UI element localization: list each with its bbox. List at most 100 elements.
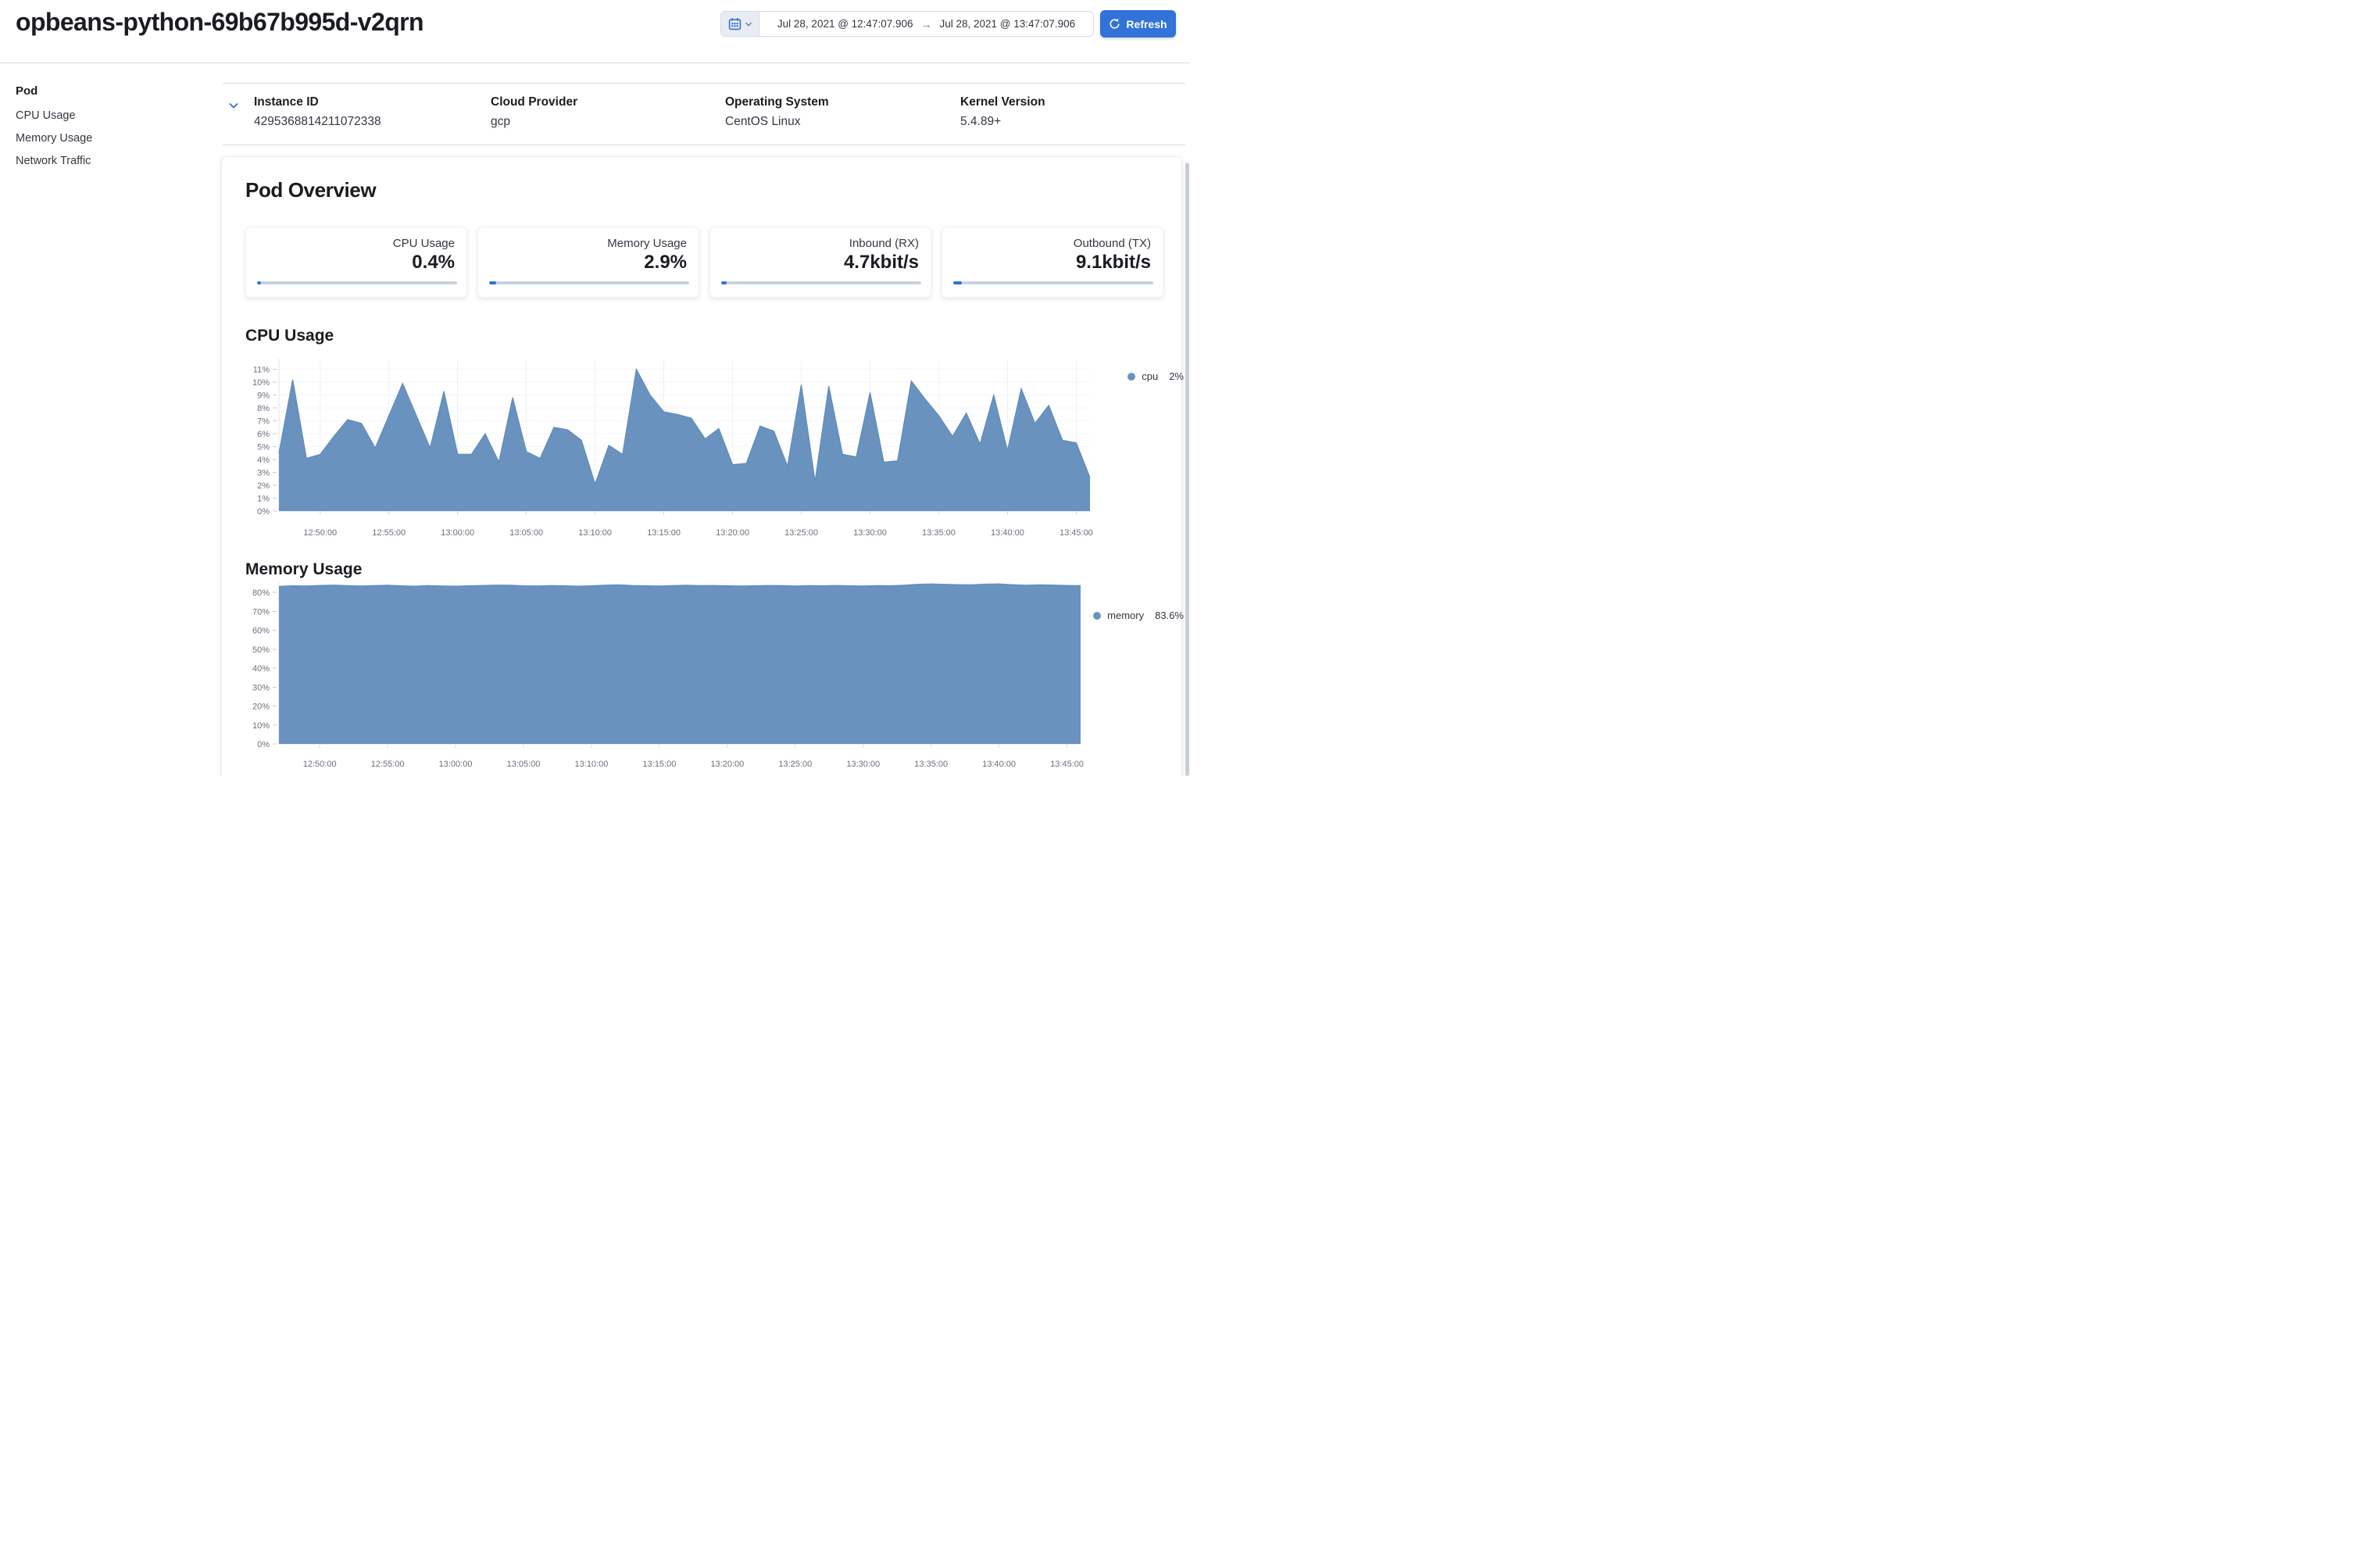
refresh-icon bbox=[1109, 18, 1120, 30]
metric-value: 2.9% bbox=[489, 252, 687, 274]
metric-label: Memory Usage bbox=[489, 237, 687, 250]
svg-text:13:15:00: 13:15:00 bbox=[643, 760, 677, 769]
svg-text:1%: 1% bbox=[257, 495, 270, 504]
legend-series-value: 83.6% bbox=[1155, 610, 1184, 621]
legend-series-name: memory bbox=[1107, 610, 1144, 621]
svg-text:3%: 3% bbox=[257, 469, 270, 478]
legend-dot-icon bbox=[1093, 612, 1101, 620]
sidebar-section-pod: Pod bbox=[16, 84, 203, 98]
metric-label: Outbound (TX) bbox=[953, 237, 1151, 250]
metadata-value: gcp bbox=[491, 115, 577, 129]
svg-text:13:10:00: 13:10:00 bbox=[578, 528, 612, 538]
metric-progress-fill bbox=[489, 281, 496, 284]
metric-value: 0.4% bbox=[257, 252, 455, 274]
date-range-values: Jul 28, 2021 @ 12:47:07.906 → Jul 28, 20… bbox=[759, 12, 1093, 36]
chevron-down-icon bbox=[745, 20, 752, 28]
svg-text:10%: 10% bbox=[252, 721, 270, 731]
collapse-chevron-icon[interactable] bbox=[227, 99, 240, 112]
metadata-value: 4295368814211072338 bbox=[254, 115, 381, 129]
svg-text:30%: 30% bbox=[252, 683, 270, 692]
calendar-icon bbox=[728, 17, 742, 30]
svg-text:11%: 11% bbox=[253, 366, 270, 375]
metadata-label: Cloud Provider bbox=[491, 95, 577, 109]
svg-text:13:05:00: 13:05:00 bbox=[507, 760, 541, 769]
metadata-value: CentOS Linux bbox=[725, 115, 829, 129]
metadata-field: Kernel Version 5.4.89+ bbox=[960, 95, 1045, 129]
legend-series-value: 2% bbox=[1169, 370, 1184, 382]
svg-text:13:30:00: 13:30:00 bbox=[853, 528, 887, 538]
svg-text:13:05:00: 13:05:00 bbox=[509, 528, 543, 538]
metric-progress-track bbox=[257, 281, 457, 284]
metadata-value: 5.4.89+ bbox=[960, 115, 1045, 129]
svg-text:20%: 20% bbox=[252, 703, 270, 712]
metric-progress-fill bbox=[721, 281, 727, 284]
metric-card-cpu: CPU Usage 0.4% bbox=[245, 227, 467, 298]
svg-text:13:00:00: 13:00:00 bbox=[441, 528, 474, 538]
svg-text:6%: 6% bbox=[257, 430, 270, 439]
arrow-right-icon: → bbox=[921, 18, 932, 30]
memory-chart-title: Memory Usage bbox=[245, 560, 362, 579]
metric-progress-fill bbox=[953, 281, 962, 284]
cpu-chart-legend: cpu 2% bbox=[1127, 370, 1184, 382]
metadata-label: Kernel Version bbox=[960, 95, 1045, 109]
svg-text:13:25:00: 13:25:00 bbox=[784, 528, 818, 538]
svg-text:5%: 5% bbox=[257, 443, 270, 452]
metric-label: CPU Usage bbox=[257, 237, 455, 250]
metadata-field: Operating System CentOS Linux bbox=[725, 95, 829, 129]
date-range-picker[interactable]: Jul 28, 2021 @ 12:47:07.906 → Jul 28, 20… bbox=[720, 11, 1094, 37]
metadata-label: Instance ID bbox=[254, 95, 381, 109]
svg-text:0%: 0% bbox=[257, 740, 270, 749]
svg-text:13:40:00: 13:40:00 bbox=[982, 760, 1016, 769]
sidebar-item-network-traffic[interactable]: Network Traffic bbox=[16, 155, 203, 167]
sidebar-item-cpu-usage[interactable]: CPU Usage bbox=[16, 109, 203, 122]
svg-text:13:15:00: 13:15:00 bbox=[647, 528, 681, 538]
metric-card-inbound: Inbound (RX) 4.7kbit/s bbox=[709, 227, 931, 298]
metric-progress-track bbox=[953, 281, 1153, 284]
svg-text:13:40:00: 13:40:00 bbox=[991, 528, 1024, 538]
refresh-button[interactable]: Refresh bbox=[1100, 10, 1176, 38]
memory-usage-chart[interactable]: 12:50:00 12:55:00 13:00:00 13:05:00 13:10:00… bbox=[234, 578, 1141, 776]
svg-text:80%: 80% bbox=[252, 588, 270, 598]
memory-chart-legend: memory 83.6% bbox=[1093, 610, 1184, 621]
svg-text:13:30:00: 13:30:00 bbox=[846, 760, 880, 769]
metric-card-memory: Memory Usage 2.9% bbox=[477, 227, 699, 298]
svg-text:13:20:00: 13:20:00 bbox=[716, 528, 749, 538]
svg-text:7%: 7% bbox=[257, 417, 270, 427]
metadata-field: Instance ID 4295368814211072338 bbox=[254, 95, 381, 129]
date-range-end[interactable]: Jul 28, 2021 @ 13:47:07.906 bbox=[940, 18, 1076, 30]
svg-text:60%: 60% bbox=[252, 627, 270, 636]
metric-label: Inbound (RX) bbox=[721, 237, 919, 250]
metadata-strip: Instance ID 4295368814211072338 Cloud Pr… bbox=[223, 83, 1185, 145]
vertical-scrollbar[interactable] bbox=[1185, 163, 1189, 776]
cpu-chart-title: CPU Usage bbox=[245, 327, 334, 345]
svg-text:12:50:00: 12:50:00 bbox=[303, 760, 337, 769]
legend-series-name: cpu bbox=[1142, 370, 1158, 382]
pod-detail-page: opbeans-python-69b67b995d-v2qrn Jul 28, … bbox=[0, 0, 1190, 776]
svg-text:12:55:00: 12:55:00 bbox=[371, 760, 405, 769]
pod-overview-title: Pod Overview bbox=[245, 178, 376, 202]
svg-text:2%: 2% bbox=[257, 481, 270, 491]
metric-value: 4.7kbit/s bbox=[721, 252, 919, 274]
metric-progress-fill bbox=[257, 281, 261, 284]
svg-text:13:10:00: 13:10:00 bbox=[575, 760, 609, 769]
date-picker-menu-button[interactable] bbox=[721, 12, 759, 36]
svg-text:12:50:00: 12:50:00 bbox=[303, 528, 337, 538]
svg-text:40%: 40% bbox=[252, 664, 270, 674]
svg-text:13:25:00: 13:25:00 bbox=[778, 760, 812, 769]
metric-value: 9.1kbit/s bbox=[953, 252, 1151, 274]
date-range-start[interactable]: Jul 28, 2021 @ 12:47:07.906 bbox=[777, 18, 913, 30]
svg-text:9%: 9% bbox=[257, 392, 270, 401]
sidebar-item-memory-usage[interactable]: Memory Usage bbox=[16, 132, 203, 145]
page-title: opbeans-python-69b67b995d-v2qrn bbox=[16, 8, 423, 37]
svg-text:12:55:00: 12:55:00 bbox=[372, 528, 406, 538]
svg-text:8%: 8% bbox=[257, 404, 270, 413]
svg-text:0%: 0% bbox=[257, 507, 270, 517]
legend-dot-icon bbox=[1127, 373, 1135, 381]
svg-text:13:00:00: 13:00:00 bbox=[439, 760, 473, 769]
svg-text:10%: 10% bbox=[252, 378, 270, 388]
svg-text:4%: 4% bbox=[257, 456, 270, 465]
metric-cards-row: CPU Usage 0.4% Memory Usage 2.9% Inbound… bbox=[245, 227, 1163, 298]
sidebar: Pod CPU Usage Memory Usage Network Traff… bbox=[16, 84, 203, 177]
svg-text:13:45:00: 13:45:00 bbox=[1060, 528, 1093, 538]
cpu-usage-chart[interactable]: 12:50:00 12:55:00 13:00:00 13:05:00 13:10:00… bbox=[234, 356, 1141, 555]
